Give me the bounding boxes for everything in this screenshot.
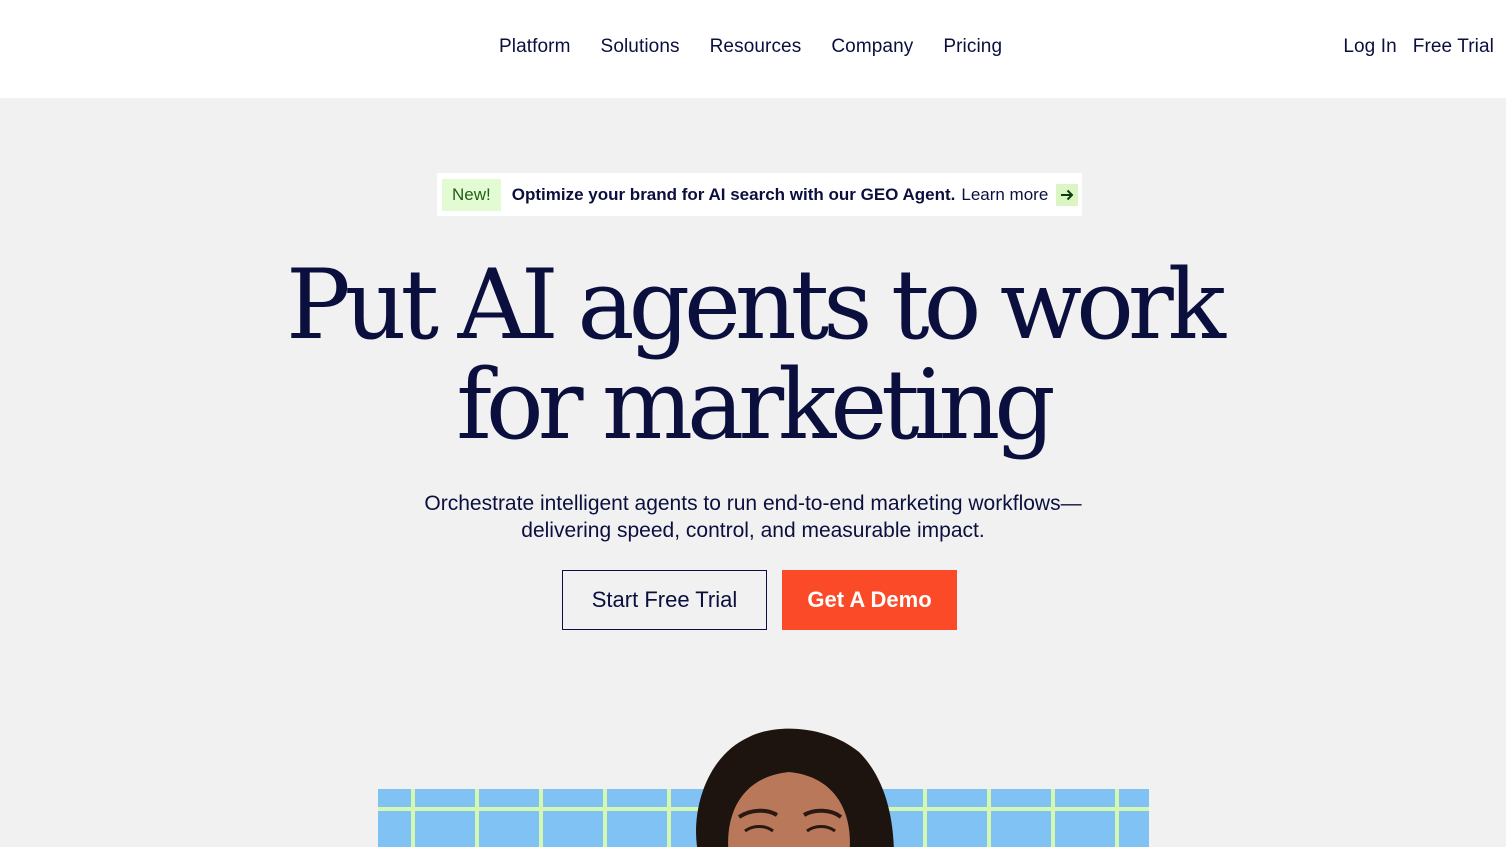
nav-item-platform[interactable]: Platform (499, 36, 571, 58)
nav-item-resources[interactable]: Resources (710, 36, 802, 58)
hero-subtitle-line-1: Orchestrate intelligent agents to run en… (424, 492, 1082, 515)
grid-line (411, 789, 415, 847)
account-nav: Log In Free Trial (1343, 36, 1494, 58)
start-free-trial-button[interactable]: Start Free Trial (562, 570, 767, 630)
site-header: Platform Solutions Resources Company Pri… (0, 0, 1506, 98)
grid-line (603, 789, 607, 847)
nav-item-company[interactable]: Company (831, 36, 913, 58)
login-link[interactable]: Log In (1343, 36, 1396, 58)
announcement-text: Optimize your brand for AI search with o… (511, 184, 956, 204)
grid-line (987, 789, 991, 847)
hero-subtitle-line-2: delivering speed, control, and measurabl… (521, 519, 985, 542)
new-badge: New! (442, 178, 501, 211)
grid-line (667, 789, 671, 847)
nav-item-pricing[interactable]: Pricing (943, 36, 1002, 58)
hero-title-line-1: Put AI agents to work (286, 249, 1226, 361)
person-photo (696, 728, 894, 847)
arrow-right-icon[interactable] (1056, 183, 1079, 206)
grid-line (539, 789, 543, 847)
grid-line (475, 789, 479, 847)
main-nav: Platform Solutions Resources Company Pri… (499, 36, 1002, 58)
free-trial-link[interactable]: Free Trial (1413, 36, 1494, 58)
hero-title-line-2: for marketing (456, 349, 1055, 461)
grid-line (923, 789, 927, 847)
grid-line (1051, 789, 1055, 847)
get-demo-button[interactable]: Get A Demo (782, 570, 957, 630)
nav-item-solutions[interactable]: Solutions (601, 36, 680, 58)
learn-more-link[interactable]: Learn more (961, 185, 1048, 205)
grid-line (1115, 789, 1119, 847)
hero-title: Put AI agents to work for marketing (0, 255, 1506, 455)
hero-subtitle: Orchestrate intelligent agents to run en… (0, 490, 1506, 544)
announcement-banner[interactable]: New! Optimize your brand for AI search w… (437, 173, 1082, 216)
